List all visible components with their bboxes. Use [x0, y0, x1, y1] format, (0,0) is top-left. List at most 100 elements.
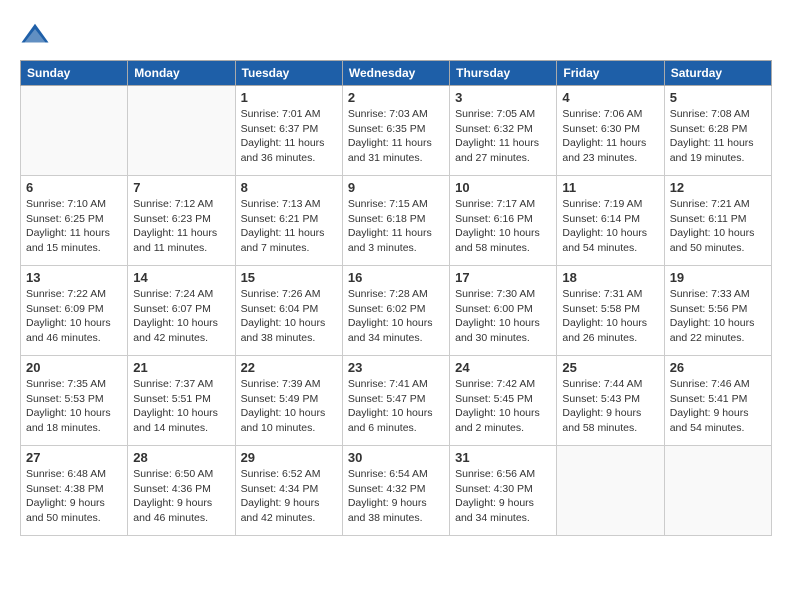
calendar-table: SundayMondayTuesdayWednesdayThursdayFrid…	[20, 60, 772, 536]
header-friday: Friday	[557, 61, 664, 86]
day-info: Sunrise: 7:13 AM Sunset: 6:21 PM Dayligh…	[241, 197, 337, 256]
day-number: 11	[562, 180, 658, 195]
calendar-cell: 3Sunrise: 7:05 AM Sunset: 6:32 PM Daylig…	[450, 86, 557, 176]
day-number: 4	[562, 90, 658, 105]
calendar-cell: 27 Sunrise: 6:48 AM Sunset: 4:38 PM Dayli…	[21, 446, 128, 536]
calendar-cell: 7Sunrise: 7:12 AM Sunset: 6:23 PM Daylig…	[128, 176, 235, 266]
calendar-cell: 18 Sunrise: 7:31 AM Sunset: 5:58 PM Dayli…	[557, 266, 664, 356]
calendar-cell: 1 Sunrise: 7:01 AM Sunset: 6:37 PM Daylig…	[235, 86, 342, 176]
calendar-cell: 26 Sunrise: 7:46 AM Sunset: 5:41 PM Dayli…	[664, 356, 771, 446]
header-thursday: Thursday	[450, 61, 557, 86]
day-number: 6	[26, 180, 122, 195]
day-number: 25	[562, 360, 658, 375]
calendar-cell: 23 Sunrise: 7:41 AM Sunset: 5:47 PM Dayli…	[342, 356, 449, 446]
day-number: 30	[348, 450, 444, 465]
logo-icon	[20, 20, 50, 50]
calendar-cell: 21Sunrise: 7:37 AM Sunset: 5:51 PM Dayli…	[128, 356, 235, 446]
day-info: Sunrise: 7:39 AM Sunset: 5:49 PM Dayligh…	[241, 377, 337, 436]
calendar-cell: 24 Sunrise: 7:42 AM Sunset: 5:45 PM Dayli…	[450, 356, 557, 446]
calendar-cell: 25 Sunrise: 7:44 AM Sunset: 5:43 PM Dayli…	[557, 356, 664, 446]
day-info: Sunrise: 7:08 AM Sunset: 6:28 PM Dayligh…	[670, 107, 766, 166]
calendar-cell: 15Sunrise: 7:26 AM Sunset: 6:04 PM Dayli…	[235, 266, 342, 356]
calendar-cell: 13Sunrise: 7:22 AM Sunset: 6:09 PM Dayli…	[21, 266, 128, 356]
day-number: 16	[348, 270, 444, 285]
calendar-week-3: 13Sunrise: 7:22 AM Sunset: 6:09 PM Dayli…	[21, 266, 772, 356]
day-info: Sunrise: 7:15 AM Sunset: 6:18 PM Dayligh…	[348, 197, 444, 256]
calendar-cell	[128, 86, 235, 176]
day-info: Sunrise: 7:44 AM Sunset: 5:43 PM Dayligh…	[562, 377, 658, 436]
day-number: 29	[241, 450, 337, 465]
day-number: 23	[348, 360, 444, 375]
calendar-cell: 12Sunrise: 7:21 AM Sunset: 6:11 PM Dayli…	[664, 176, 771, 266]
day-info: Sunrise: 7:28 AM Sunset: 6:02 PM Dayligh…	[348, 287, 444, 346]
day-number: 18	[562, 270, 658, 285]
day-number: 14	[133, 270, 229, 285]
day-number: 1	[241, 90, 337, 105]
header-saturday: Saturday	[664, 61, 771, 86]
day-info: Sunrise: 6:52 AM Sunset: 4:34 PM Dayligh…	[241, 467, 337, 526]
calendar-week-4: 20 Sunrise: 7:35 AM Sunset: 5:53 PM Dayli…	[21, 356, 772, 446]
calendar-cell: 4 Sunrise: 7:06 AM Sunset: 6:30 PM Daylig…	[557, 86, 664, 176]
header-wednesday: Wednesday	[342, 61, 449, 86]
calendar-cell: 30Sunrise: 6:54 AM Sunset: 4:32 PM Dayli…	[342, 446, 449, 536]
calendar-cell: 6 Sunrise: 7:10 AM Sunset: 6:25 PM Daylig…	[21, 176, 128, 266]
day-info: Sunrise: 6:56 AM Sunset: 4:30 PM Dayligh…	[455, 467, 551, 526]
day-number: 24	[455, 360, 551, 375]
calendar-cell: 20 Sunrise: 7:35 AM Sunset: 5:53 PM Dayli…	[21, 356, 128, 446]
day-number: 8	[241, 180, 337, 195]
header-tuesday: Tuesday	[235, 61, 342, 86]
day-number: 12	[670, 180, 766, 195]
day-number: 7	[133, 180, 229, 195]
header-sunday: Sunday	[21, 61, 128, 86]
calendar-cell: 28 Sunrise: 6:50 AM Sunset: 4:36 PM Dayli…	[128, 446, 235, 536]
calendar-cell: 8 Sunrise: 7:13 AM Sunset: 6:21 PM Daylig…	[235, 176, 342, 266]
day-number: 10	[455, 180, 551, 195]
day-number: 9	[348, 180, 444, 195]
calendar-cell	[664, 446, 771, 536]
day-info: Sunrise: 7:19 AM Sunset: 6:14 PM Dayligh…	[562, 197, 658, 256]
day-info: Sunrise: 7:03 AM Sunset: 6:35 PM Dayligh…	[348, 107, 444, 166]
day-info: Sunrise: 7:17 AM Sunset: 6:16 PM Dayligh…	[455, 197, 551, 256]
day-info: Sunrise: 7:41 AM Sunset: 5:47 PM Dayligh…	[348, 377, 444, 436]
calendar-cell	[557, 446, 664, 536]
day-number: 28	[133, 450, 229, 465]
calendar-cell: 5 Sunrise: 7:08 AM Sunset: 6:28 PM Daylig…	[664, 86, 771, 176]
calendar-header-row: SundayMondayTuesdayWednesdayThursdayFrid…	[21, 61, 772, 86]
day-number: 19	[670, 270, 766, 285]
day-info: Sunrise: 7:42 AM Sunset: 5:45 PM Dayligh…	[455, 377, 551, 436]
day-info: Sunrise: 7:35 AM Sunset: 5:53 PM Dayligh…	[26, 377, 122, 436]
day-number: 20	[26, 360, 122, 375]
page-header	[20, 20, 772, 50]
day-info: Sunrise: 6:50 AM Sunset: 4:36 PM Dayligh…	[133, 467, 229, 526]
calendar-week-1: 1 Sunrise: 7:01 AM Sunset: 6:37 PM Daylig…	[21, 86, 772, 176]
calendar-cell: 29 Sunrise: 6:52 AM Sunset: 4:34 PM Dayli…	[235, 446, 342, 536]
calendar-cell: 17Sunrise: 7:30 AM Sunset: 6:00 PM Dayli…	[450, 266, 557, 356]
day-info: Sunrise: 7:33 AM Sunset: 5:56 PM Dayligh…	[670, 287, 766, 346]
calendar-cell: 9 Sunrise: 7:15 AM Sunset: 6:18 PM Daylig…	[342, 176, 449, 266]
day-number: 22	[241, 360, 337, 375]
day-info: Sunrise: 7:26 AM Sunset: 6:04 PM Dayligh…	[241, 287, 337, 346]
calendar-cell: 10 Sunrise: 7:17 AM Sunset: 6:16 PM Dayli…	[450, 176, 557, 266]
day-number: 2	[348, 90, 444, 105]
day-number: 13	[26, 270, 122, 285]
day-number: 17	[455, 270, 551, 285]
calendar-cell: 19 Sunrise: 7:33 AM Sunset: 5:56 PM Dayli…	[664, 266, 771, 356]
calendar-cell: 14Sunrise: 7:24 AM Sunset: 6:07 PM Dayli…	[128, 266, 235, 356]
calendar-cell: 2 Sunrise: 7:03 AM Sunset: 6:35 PM Daylig…	[342, 86, 449, 176]
calendar-cell: 31 Sunrise: 6:56 AM Sunset: 4:30 PM Dayli…	[450, 446, 557, 536]
day-info: Sunrise: 7:10 AM Sunset: 6:25 PM Dayligh…	[26, 197, 122, 256]
day-info: Sunrise: 7:46 AM Sunset: 5:41 PM Dayligh…	[670, 377, 766, 436]
day-number: 27	[26, 450, 122, 465]
day-number: 31	[455, 450, 551, 465]
header-monday: Monday	[128, 61, 235, 86]
day-number: 5	[670, 90, 766, 105]
day-number: 26	[670, 360, 766, 375]
day-info: Sunrise: 7:31 AM Sunset: 5:58 PM Dayligh…	[562, 287, 658, 346]
day-info: Sunrise: 7:01 AM Sunset: 6:37 PM Dayligh…	[241, 107, 337, 166]
calendar-cell: 16 Sunrise: 7:28 AM Sunset: 6:02 PM Dayli…	[342, 266, 449, 356]
day-info: Sunrise: 7:06 AM Sunset: 6:30 PM Dayligh…	[562, 107, 658, 166]
day-info: Sunrise: 6:48 AM Sunset: 4:38 PM Dayligh…	[26, 467, 122, 526]
calendar-cell: 22 Sunrise: 7:39 AM Sunset: 5:49 PM Dayli…	[235, 356, 342, 446]
calendar-cell	[21, 86, 128, 176]
day-info: Sunrise: 7:37 AM Sunset: 5:51 PM Dayligh…	[133, 377, 229, 436]
